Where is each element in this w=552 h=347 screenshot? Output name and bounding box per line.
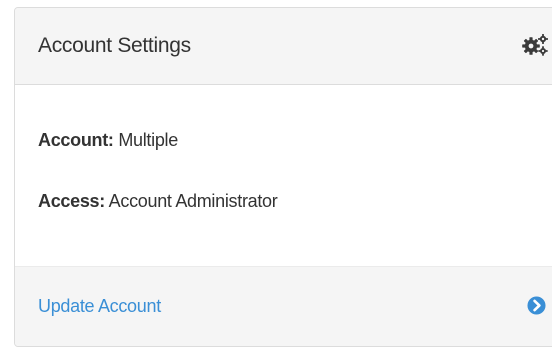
panel-footer: Update Account (15, 266, 552, 346)
panel-body: Account: Multiple Access: Account Admini… (15, 85, 552, 266)
account-value: Multiple (118, 130, 178, 150)
account-settings-panel: Account Settings Account: Multiple Acces… (14, 7, 552, 347)
panel-header: Account Settings (15, 8, 552, 85)
access-label: Access: (38, 191, 105, 211)
access-info: Access: Account Administrator (38, 191, 278, 212)
panel-title: Account Settings (38, 34, 191, 57)
circle-arrow-right-icon[interactable] (527, 296, 546, 315)
account-info: Account: Multiple (38, 130, 178, 151)
update-account-link[interactable]: Update Account (38, 296, 161, 317)
access-value: Account Administrator (108, 191, 278, 211)
gears-icon[interactable] (521, 33, 549, 57)
account-label: Account: (38, 130, 114, 150)
